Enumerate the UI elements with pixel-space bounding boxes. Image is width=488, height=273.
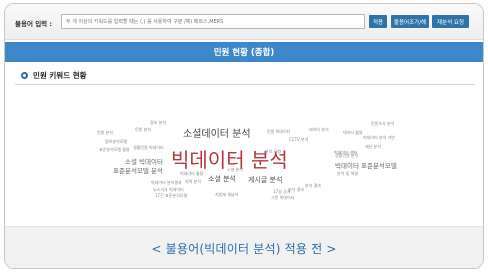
cloud-word[interactable]: 재난 분석 bbox=[365, 145, 381, 149]
section-title: 민원 키워드 현황 bbox=[33, 71, 87, 80]
cloud-word[interactable]: 소셜 빅데이터 bbox=[125, 159, 163, 166]
cloud-word[interactable]: 지방세 체납자 bbox=[215, 193, 238, 197]
cloud-word[interactable]: 정보분석모델 bbox=[105, 140, 127, 144]
cloud-word[interactable]: 생활민원 분석 bbox=[335, 154, 358, 158]
cloud-word[interactable]: 분석 결과 bbox=[305, 184, 321, 188]
bullet-icon bbox=[21, 72, 28, 79]
cloud-word[interactable]: 뉴스기사 빅데이터 bbox=[153, 188, 184, 192]
cloud-word[interactable]: 데이터 활용 bbox=[343, 131, 363, 135]
cloud-word[interactable]: 17일 공개 bbox=[273, 190, 290, 194]
reanalyze-request-button[interactable]: 재분석 요청 bbox=[432, 15, 469, 28]
cloud-word[interactable]: 소셜 분석 bbox=[227, 168, 243, 172]
cloud-word[interactable]: 빅데이터 표준분석모델 bbox=[335, 163, 397, 170]
stopword-label: 불용어 입력 : bbox=[15, 20, 53, 28]
cloud-word[interactable]: 17건 표준분석모델 bbox=[155, 194, 187, 198]
cloud-word[interactable]: 빅데이터 분석 기반 bbox=[363, 136, 395, 140]
cloud-word[interactable]: 민원 빅데이터 bbox=[267, 130, 290, 134]
page-title: 민원 현황 (종합) bbox=[213, 48, 275, 58]
cloud-word[interactable]: 데이터 분석 bbox=[309, 128, 329, 132]
cloud-word[interactable]: 민원 분석 bbox=[97, 131, 113, 135]
cloud-word[interactable]: 표준분석모델 분석 bbox=[113, 168, 163, 175]
caption-band: < 불용어(빅데이터 분석) 적용 전 > bbox=[5, 226, 483, 268]
keyword-cloud: 빅데이터 분석 소셜데이터 분석 소셜 빅데이터 표준분석모델 분석 소셜 분석… bbox=[5, 88, 483, 216]
apply-button[interactable]: 적용 bbox=[369, 15, 387, 28]
stopword-bar: 불용어 입력 : 적용 불용어조가/해 재분석 요청 bbox=[5, 4, 483, 40]
cloud-word[interactable]: 민원조사 분석 bbox=[371, 122, 394, 126]
cloud-word[interactable]: 생활민원 빅데이터 bbox=[133, 146, 164, 150]
cloud-word[interactable]: 소셜데이터 분석 bbox=[183, 130, 251, 140]
page-title-bar: 민원 현황 (종합) bbox=[5, 42, 483, 62]
manage-stopwords-button[interactable]: 불용어조가/해 bbox=[391, 15, 429, 28]
cloud-word[interactable]: 표준분석모델 활용 bbox=[99, 148, 130, 152]
cloud-word[interactable]: 빅데이터 활용 bbox=[180, 172, 203, 176]
screenshot-frame: 불용어 입력 : 적용 불용어조가/해 재분석 요청 민원 현황 (종합) 민원… bbox=[4, 3, 484, 269]
cloud-word[interactable]: 게시글 분석 bbox=[248, 177, 282, 184]
cloud-word[interactable]: 분석 모형 bbox=[265, 150, 281, 154]
cloud-word[interactable]: 지역 분석 bbox=[185, 180, 201, 184]
cloud-word[interactable]: 소셜 분석 bbox=[208, 176, 236, 183]
section-header: 민원 키워드 현황 bbox=[21, 70, 87, 81]
cloud-word[interactable]: CCTV 분석 bbox=[289, 138, 308, 142]
figure-caption: < 불용어(빅데이터 분석) 적용 전 > bbox=[151, 241, 337, 256]
cloud-word[interactable]: 시민 빅데이터 bbox=[271, 196, 294, 200]
cloud-word[interactable]: 민원 분석 bbox=[135, 128, 151, 132]
cloud-word[interactable]: 정보 분석 bbox=[150, 121, 166, 125]
cloud-word[interactable]: 빅데이터 분석결과 bbox=[151, 181, 182, 185]
cloud-word[interactable]: 분석 및 해결 bbox=[337, 172, 358, 176]
section-divider bbox=[15, 84, 475, 85]
stopword-input[interactable] bbox=[61, 14, 365, 29]
